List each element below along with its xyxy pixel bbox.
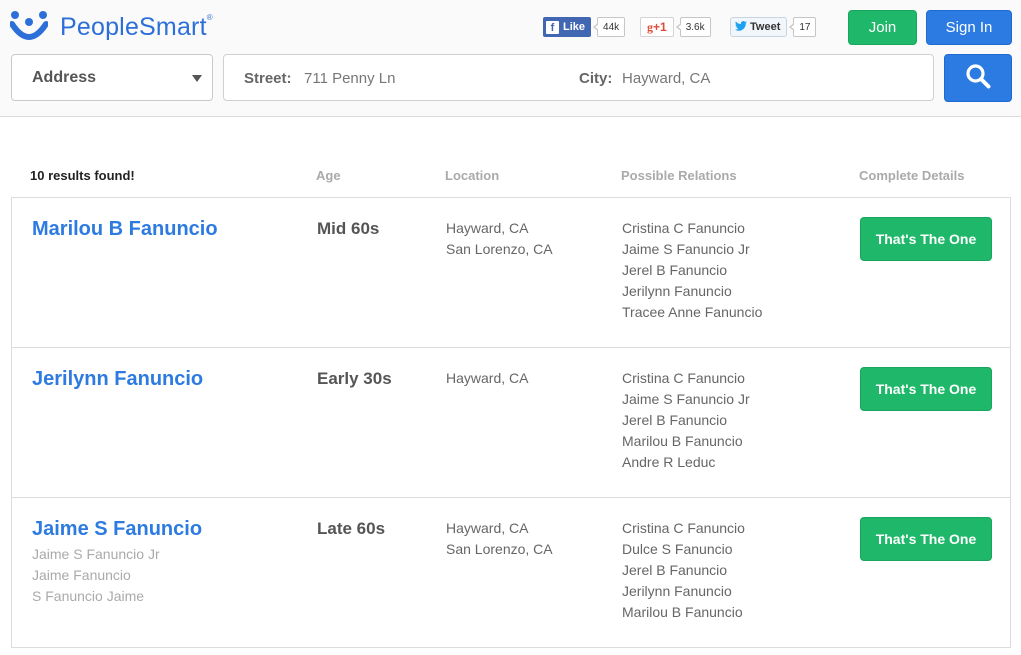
aka-item: Jaime Fanuncio	[32, 567, 131, 583]
relation-item: Jerel B Fanuncio	[622, 562, 728, 578]
relation-item: Jerilynn Fanuncio	[622, 583, 732, 599]
location-item: Hayward, CA	[446, 370, 529, 386]
column-header-age: Age	[316, 168, 341, 183]
relation-item: Cristina C Fanuncio	[622, 520, 745, 536]
logo[interactable]: PeopleSmart®	[9, 10, 213, 44]
relation-item: Jerilynn Fanuncio	[622, 283, 732, 299]
search-icon	[965, 63, 991, 94]
facebook-like-label: Like	[563, 21, 586, 33]
person-name-link[interactable]: Jerilynn Fanuncio	[32, 368, 203, 391]
thats-the-one-button[interactable]: That's The One	[860, 367, 992, 411]
logo-text: PeopleSmart®	[60, 12, 213, 41]
address-search-box[interactable]: Street: 711 Penny Ln City: Hayward, CA	[223, 54, 934, 101]
relation-item: Marilou B Fanuncio	[622, 433, 743, 449]
twitter-bird-icon	[735, 20, 747, 34]
city-input[interactable]: Hayward, CA	[622, 70, 710, 87]
tweet-label: Tweet	[750, 21, 781, 33]
relation-item: Dulce S Fanuncio	[622, 541, 733, 557]
location-item: San Lorenzo, CA	[446, 241, 553, 257]
age-range: Mid 60s	[317, 219, 380, 238]
column-header-relations: Possible Relations	[621, 168, 737, 183]
peoplesmart-logo-icon	[9, 10, 49, 44]
join-button[interactable]: Join	[848, 10, 917, 45]
thats-the-one-button[interactable]: That's The One	[860, 517, 992, 561]
facebook-icon: f	[546, 20, 559, 34]
gplus-button[interactable]: g +1	[640, 17, 674, 37]
sign-in-button[interactable]: Sign In	[926, 10, 1012, 45]
search-type-select[interactable]: Address	[11, 54, 213, 101]
possible-relations: Cristina C Fanuncio Dulce S Fanuncio Jer…	[622, 518, 745, 623]
possible-relations: Cristina C Fanuncio Jaime S Fanuncio Jr …	[622, 368, 750, 473]
locations: Hayward, CA	[446, 368, 528, 389]
possible-relations: Cristina C Fanuncio Jaime S Fanuncio Jr …	[622, 218, 762, 323]
relation-item: Marilou B Fanuncio	[622, 604, 743, 620]
result-row: Jerilynn Fanuncio Early 30s Hayward, CA …	[12, 348, 1010, 498]
results-count: 10 results found!	[30, 168, 135, 183]
gplus-label: +1	[653, 20, 667, 34]
age-range: Early 30s	[317, 369, 392, 388]
facebook-like-count: 44k	[592, 17, 626, 37]
column-header-location: Location	[445, 168, 500, 183]
site-header: PeopleSmart® f Like 44k g +1 3.6k Tweet 1…	[0, 0, 1021, 117]
street-label: Street:	[244, 70, 292, 87]
relation-item: Cristina C Fanuncio	[622, 220, 745, 236]
facebook-like-button[interactable]: f Like	[543, 17, 592, 37]
locations: Hayward, CA San Lorenzo, CA	[446, 518, 553, 560]
location-item: San Lorenzo, CA	[446, 541, 553, 557]
tweet-count: 17	[789, 17, 817, 37]
search-type-value: Address	[32, 68, 97, 86]
facebook-like-widget[interactable]: f Like 44k	[543, 16, 626, 38]
gplus-count: 3.6k	[675, 17, 711, 37]
street-input[interactable]: 711 Penny Ln	[304, 70, 395, 87]
relation-item: Tracee Anne Fanuncio	[622, 304, 763, 320]
relation-item: Jerel B Fanuncio	[622, 412, 728, 428]
result-row: Marilou B Fanuncio Mid 60s Hayward, CA S…	[12, 198, 1010, 348]
city-label: City:	[579, 70, 613, 87]
also-known-as: Jaime S Fanuncio Jr Jaime Fanuncio S Fan…	[32, 544, 160, 607]
relation-item: Jaime S Fanuncio Jr	[622, 241, 750, 257]
age-range: Late 60s	[317, 519, 386, 538]
location-item: Hayward, CA	[446, 520, 529, 536]
relation-item: Cristina C Fanuncio	[622, 370, 745, 386]
location-item: Hayward, CA	[446, 220, 529, 236]
aka-item: Jaime S Fanuncio Jr	[32, 546, 160, 562]
gplus-widget[interactable]: g +1 3.6k	[640, 16, 711, 38]
tweet-button[interactable]: Tweet	[730, 17, 788, 37]
result-row: Jaime S Fanuncio Jaime S Fanuncio Jr Jai…	[12, 498, 1010, 648]
results-list: Marilou B Fanuncio Mid 60s Hayward, CA S…	[11, 197, 1011, 648]
search-button[interactable]	[944, 54, 1012, 102]
person-name-link[interactable]: Jaime S Fanuncio	[32, 518, 202, 541]
locations: Hayward, CA San Lorenzo, CA	[446, 218, 553, 260]
aka-item: S Fanuncio Jaime	[32, 588, 145, 604]
person-name-link[interactable]: Marilou B Fanuncio	[32, 218, 218, 241]
column-header-details: Complete Details	[859, 168, 965, 183]
thats-the-one-button[interactable]: That's The One	[860, 217, 992, 261]
relation-item: Jerel B Fanuncio	[622, 262, 728, 278]
relation-item: Jaime S Fanuncio Jr	[622, 391, 750, 407]
chevron-down-icon	[192, 75, 202, 82]
relation-item: Andre R Leduc	[622, 454, 716, 470]
twitter-widget[interactable]: Tweet 17	[730, 16, 817, 38]
